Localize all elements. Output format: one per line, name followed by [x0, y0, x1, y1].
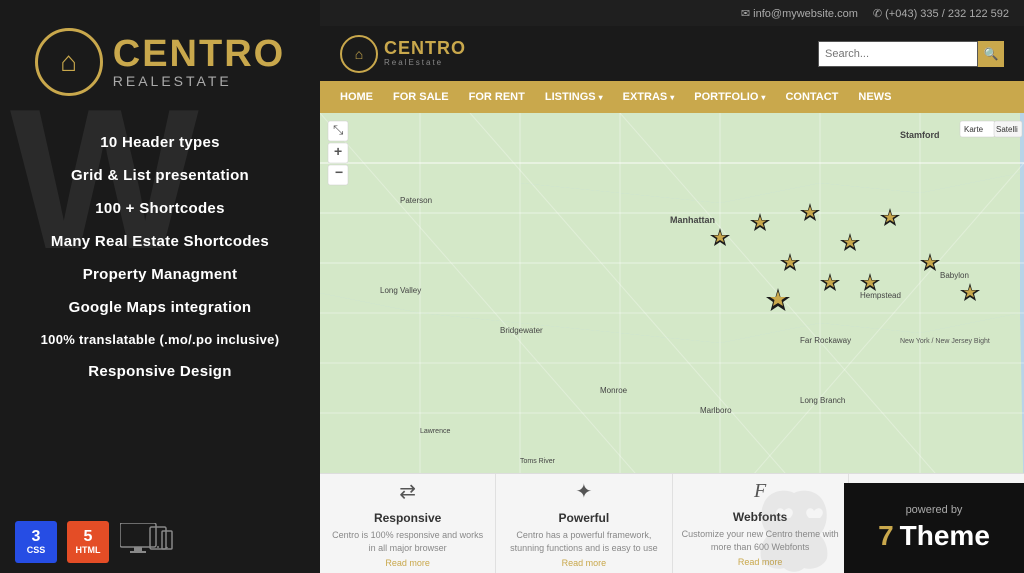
feature-card-powerful: ✦ Powerful Centro has a powerful framewo…	[496, 474, 672, 573]
wolf-silhouette	[749, 483, 839, 573]
map-svg: Stamford Paterson Manhattan Hempstead Ba…	[320, 113, 1024, 473]
nav-for-rent[interactable]: FOR RENT	[459, 81, 535, 113]
top-bar: ✉ info@mywebsite.com ✆ (+043) 335 / 232 …	[320, 0, 1024, 26]
nav-portfolio[interactable]: PORTFOLIO▾	[684, 81, 775, 113]
svg-text:Bridgewater: Bridgewater	[500, 326, 543, 335]
search-input[interactable]	[818, 41, 978, 67]
feature-responsive: Responsive Design	[0, 355, 320, 388]
logo-house-icon: ⌂	[60, 48, 77, 76]
css3-label: CSS	[27, 545, 46, 555]
site-search-bar[interactable]: 🔍	[818, 41, 1004, 67]
svg-text:Manhattan: Manhattan	[670, 215, 715, 225]
html5-label: HTML	[76, 545, 101, 555]
powered-by-label: powered by	[906, 504, 963, 516]
site-navigation: HOME FOR SALE FOR RENT LISTINGS▾ EXTRAS▾…	[320, 81, 1024, 113]
search-button[interactable]: 🔍	[978, 41, 1004, 67]
feature-property-mgmt: Property Managment	[0, 258, 320, 291]
svg-text:Satelli: Satelli	[996, 125, 1018, 134]
contact-email: ✉ info@mywebsite.com	[741, 7, 858, 20]
svg-text:Hempstead: Hempstead	[860, 291, 901, 300]
sidebar-features-list: 10 Header types Grid & List presentation…	[0, 126, 320, 388]
site-logo-text: CENTRO RealEstate	[384, 39, 466, 68]
responsive-icon: ⇄	[399, 479, 416, 504]
nav-news[interactable]: NEWS	[848, 81, 901, 113]
feature-powerful-desc: Centro has a powerful framework, stunnin…	[504, 529, 663, 554]
svg-text:Monroe: Monroe	[600, 386, 628, 395]
svg-text:Babylon: Babylon	[940, 271, 969, 280]
sidebar-logo: ⌂ CENTRO RealEstate	[15, 0, 305, 116]
site-centro-text: CENTRO	[384, 39, 466, 59]
svg-text:Toms River: Toms River	[520, 458, 556, 465]
html5-number: 5	[84, 529, 93, 545]
feature-grid-list: Grid & List presentation	[0, 159, 320, 192]
svg-text:New York / New Jersey Bight: New York / New Jersey Bight	[900, 338, 990, 345]
svg-text:Lawrence: Lawrence	[420, 428, 450, 435]
sidebar: W ⌂ CENTRO RealEstate 10 Header types Gr…	[0, 0, 320, 573]
nav-extras[interactable]: EXTRAS▾	[613, 81, 685, 113]
theme-text: Theme	[900, 520, 990, 552]
feature-responsive-read-more[interactable]: Read more	[385, 558, 430, 568]
html5-badge: 5 HTML	[67, 521, 109, 563]
logo-centro: CENTRO	[113, 35, 285, 73]
site-logo-circle: ⌂	[340, 35, 378, 73]
svg-text:Long Valley: Long Valley	[380, 286, 421, 295]
contact-phone: ✆ (+043) 335 / 232 122 592	[873, 7, 1009, 20]
content-area: ✉ info@mywebsite.com ✆ (+043) 335 / 232 …	[320, 0, 1024, 573]
theme-icon: 7	[878, 520, 894, 552]
feature-google-maps: Google Maps integration	[0, 291, 320, 324]
svg-text:Long Branch: Long Branch	[800, 396, 845, 405]
svg-text:+: +	[334, 143, 342, 159]
logo-realestate: RealEstate	[113, 73, 285, 89]
svg-text:−: −	[335, 164, 343, 180]
site-header: ⌂ CENTRO RealEstate 🔍	[320, 26, 1024, 81]
responsive-devices-icon	[119, 521, 179, 563]
site-logo: ⌂ CENTRO RealEstate	[340, 35, 466, 73]
feature-powerful-title: Powerful	[559, 511, 610, 525]
svg-text:Marlboro: Marlboro	[700, 406, 732, 415]
feature-shortcodes: 100 + Shortcodes	[0, 192, 320, 225]
feature-card-responsive: ⇄ Responsive Centro is 100% responsive a…	[320, 474, 496, 573]
nav-listings[interactable]: LISTINGS▾	[535, 81, 613, 113]
feature-responsive-desc: Centro is 100% responsive and works in a…	[328, 529, 487, 554]
logo-circle: ⌂	[35, 28, 103, 96]
sidebar-bottom-badges: 3 CSS 5 HTML	[0, 511, 320, 573]
svg-text:⤡: ⤡	[333, 122, 344, 137]
svg-text:Stamford: Stamford	[900, 130, 940, 140]
map-container[interactable]: Stamford Paterson Manhattan Hempstead Ba…	[320, 113, 1024, 473]
svg-text:Far Rockaway: Far Rockaway	[800, 336, 851, 345]
site-realestate-text: RealEstate	[384, 59, 466, 68]
powered-by-section: powered by 7 Theme	[844, 483, 1024, 573]
powered-by-logo: 7 Theme	[878, 520, 990, 552]
feature-powerful-read-more[interactable]: Read more	[562, 558, 607, 568]
css3-badge: 3 CSS	[15, 521, 57, 563]
svg-text:Karte: Karte	[964, 125, 984, 134]
nav-home[interactable]: HOME	[330, 81, 383, 113]
powerful-icon: ✦	[575, 479, 592, 504]
nav-for-sale[interactable]: FOR SALE	[383, 81, 459, 113]
feature-header-types: 10 Header types	[0, 126, 320, 159]
logo-text: CENTRO RealEstate	[113, 35, 285, 89]
svg-text:Paterson: Paterson	[400, 196, 432, 205]
nav-contact[interactable]: CONTACT	[775, 81, 848, 113]
feature-translatable: 100% translatable (.mo/.po inclusive)	[0, 324, 320, 355]
feature-responsive-title: Responsive	[374, 511, 441, 525]
feature-realestate-shortcodes: Many Real Estate Shortcodes	[0, 225, 320, 258]
css3-number: 3	[32, 529, 41, 545]
